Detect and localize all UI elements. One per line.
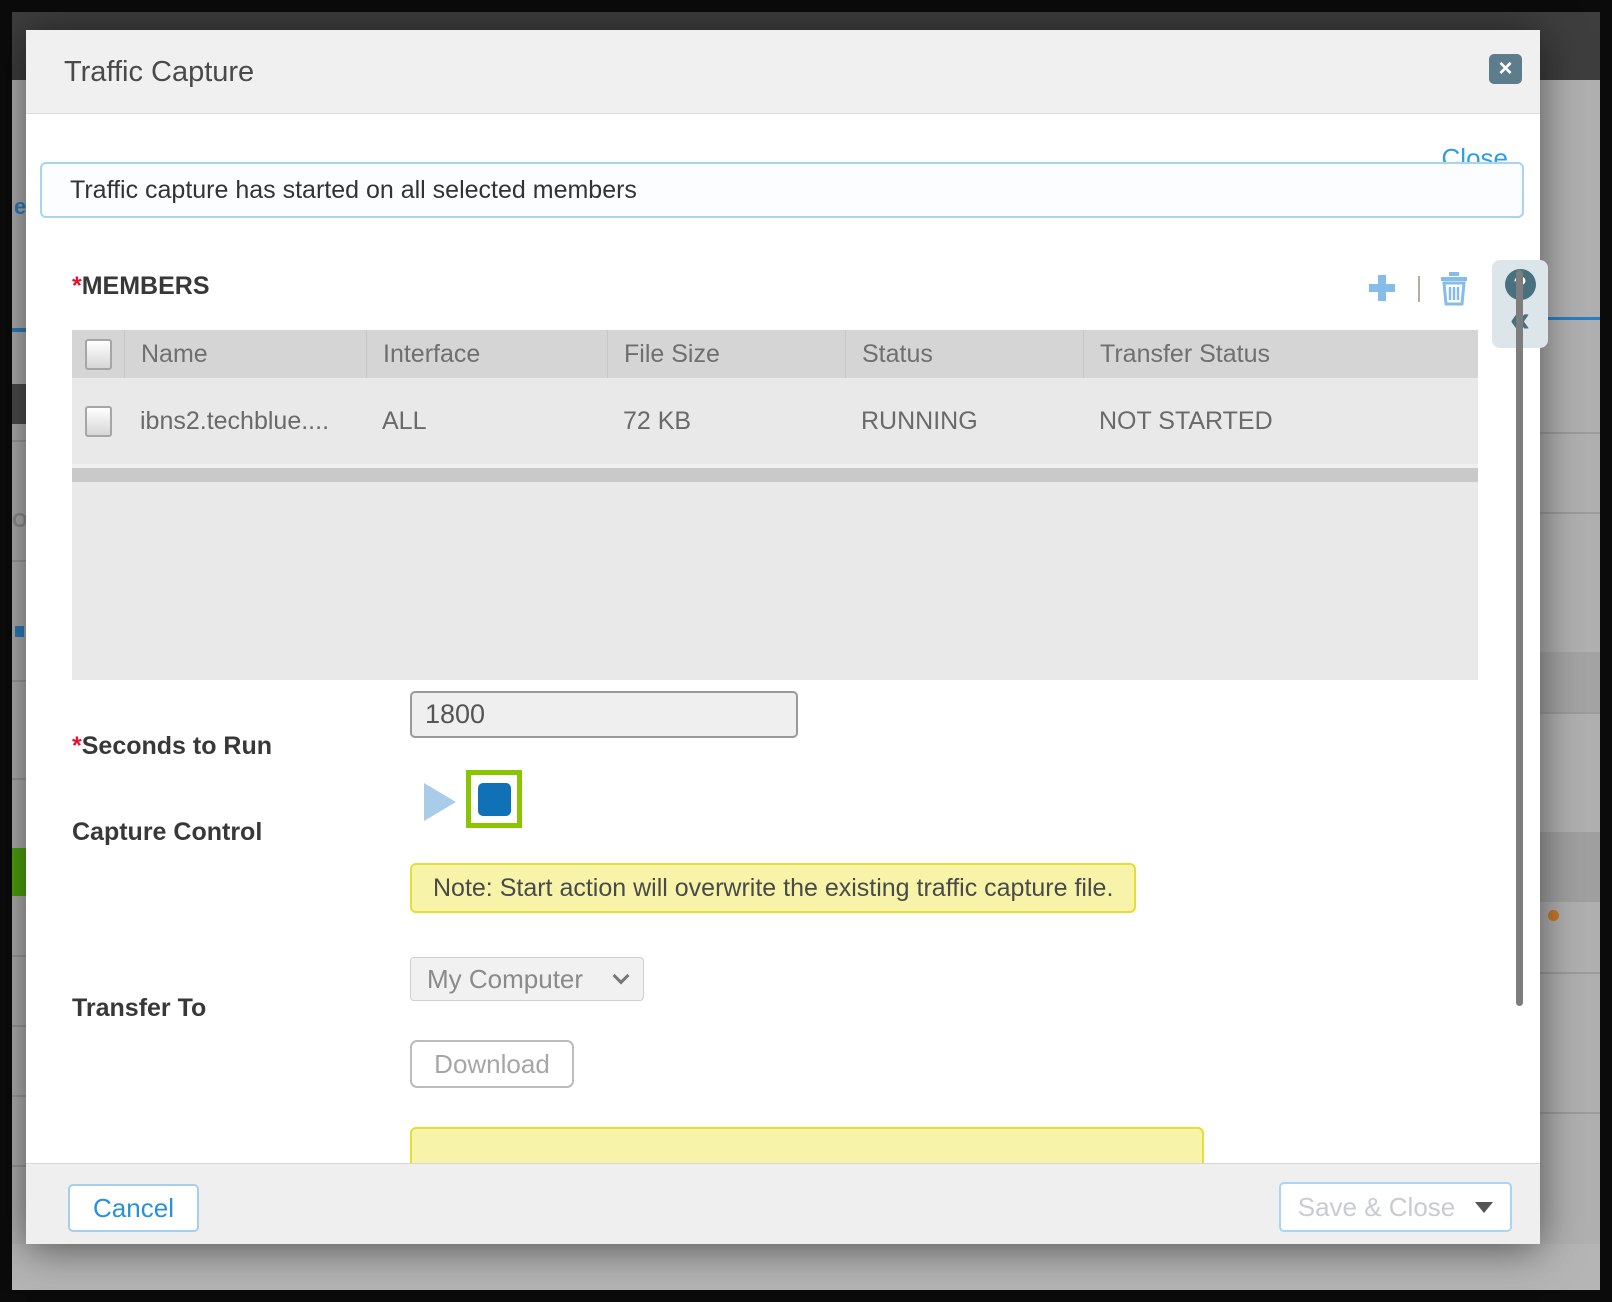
background-bottom-strip bbox=[12, 1244, 1600, 1290]
overwrite-note-text: Note: Start action will overwrite the ex… bbox=[433, 874, 1113, 903]
close-icon[interactable]: × bbox=[1489, 54, 1522, 84]
cell-interface: ALL bbox=[366, 407, 607, 436]
background-blue-marker bbox=[15, 626, 24, 637]
background-active-tab-line bbox=[1540, 317, 1600, 320]
row-checkbox-cell bbox=[72, 406, 124, 437]
dialog-title: Traffic Capture bbox=[64, 30, 254, 114]
status-message-bar: Traffic capture has started on all selec… bbox=[40, 162, 1524, 218]
members-section-label: *MEMBERS bbox=[72, 272, 210, 301]
transfer-to-value: My Computer bbox=[427, 964, 583, 995]
traffic-capture-dialog: Traffic Capture × Close Traffic capture … bbox=[26, 30, 1540, 1244]
start-capture-icon[interactable] bbox=[424, 783, 456, 821]
seconds-label-text: Seconds to Run bbox=[82, 732, 272, 760]
row-checkbox[interactable] bbox=[85, 406, 112, 437]
save-and-close-label: Save & Close bbox=[1298, 1192, 1456, 1223]
column-header-file-size[interactable]: File Size bbox=[607, 330, 845, 378]
download-button[interactable]: Download bbox=[410, 1040, 574, 1088]
column-header-name[interactable]: Name bbox=[124, 330, 366, 378]
background-row-divider bbox=[1540, 512, 1600, 514]
screenshot-root: e OS Traffic Capture × Close Tr bbox=[0, 0, 1612, 1302]
transfer-to-select[interactable]: My Computer bbox=[410, 957, 644, 1001]
background-row bbox=[1540, 832, 1600, 902]
background-row-divider bbox=[12, 560, 27, 562]
horizontal-scrollbar[interactable] bbox=[72, 468, 1478, 482]
dialog-footer: Cancel Save & Close bbox=[26, 1163, 1540, 1244]
background-row-divider bbox=[1540, 1112, 1600, 1114]
status-message-text: Traffic capture has started on all selec… bbox=[70, 176, 637, 205]
background-row-divider bbox=[12, 1095, 27, 1097]
toolbar-divider bbox=[1418, 276, 1420, 302]
table-row[interactable]: ibns2.techblue.... ALL 72 KB RUNNING NOT… bbox=[72, 378, 1478, 464]
members-table-header: Name Interface File Size Status Transfer… bbox=[72, 330, 1478, 378]
background-row bbox=[1540, 652, 1600, 712]
column-header-status[interactable]: Status bbox=[845, 330, 1083, 378]
select-all-checkbox[interactable] bbox=[85, 339, 112, 370]
add-member-icon[interactable] bbox=[1364, 270, 1400, 306]
highlight-box bbox=[466, 770, 522, 828]
required-asterisk: * bbox=[72, 272, 82, 300]
column-header-interface[interactable]: Interface bbox=[366, 330, 607, 378]
overwrite-note: Note: Start action will overwrite the ex… bbox=[410, 863, 1136, 913]
background-row-divider bbox=[12, 680, 27, 682]
background-dark-tab bbox=[12, 384, 27, 424]
background-active-tab-line bbox=[12, 328, 27, 332]
background-row-divider bbox=[12, 440, 27, 442]
members-table: Name Interface File Size Status Transfer… bbox=[72, 330, 1478, 680]
background-green-cell bbox=[12, 848, 27, 896]
vertical-scrollbar[interactable] bbox=[1516, 270, 1523, 1006]
cell-file-size: 72 KB bbox=[607, 407, 845, 436]
background-row-divider bbox=[1540, 432, 1600, 434]
seconds-to-run-label: *Seconds to Run bbox=[72, 732, 272, 761]
delete-member-icon[interactable] bbox=[1438, 270, 1470, 306]
background-text-fragment: OS bbox=[12, 510, 27, 534]
save-and-close-button[interactable]: Save & Close bbox=[1279, 1182, 1512, 1232]
column-header-transfer-status[interactable]: Transfer Status bbox=[1083, 330, 1478, 378]
clipped-note-box bbox=[410, 1127, 1204, 1167]
seconds-to-run-input[interactable] bbox=[410, 691, 798, 738]
background-row-divider bbox=[12, 778, 27, 780]
cell-status: RUNNING bbox=[845, 407, 1083, 436]
cell-transfer-status: NOT STARTED bbox=[1083, 407, 1478, 436]
background-orange-marker bbox=[1548, 910, 1559, 921]
stop-capture-icon[interactable] bbox=[478, 783, 511, 816]
capture-control-label: Capture Control bbox=[72, 818, 262, 847]
dropdown-caret-icon bbox=[1475, 1202, 1493, 1213]
background-row-divider bbox=[12, 955, 27, 957]
dialog-header: Traffic Capture × bbox=[26, 30, 1540, 114]
cancel-button[interactable]: Cancel bbox=[68, 1184, 199, 1232]
background-row-divider bbox=[1540, 712, 1600, 714]
background-row-divider bbox=[12, 1025, 27, 1027]
chevron-down-icon bbox=[613, 968, 630, 985]
header-checkbox-cell bbox=[72, 339, 124, 370]
background-row-divider bbox=[12, 1165, 27, 1167]
background-row-divider bbox=[1540, 972, 1600, 974]
transfer-to-label: Transfer To bbox=[72, 994, 206, 1023]
required-asterisk: * bbox=[72, 732, 82, 760]
members-label-text: MEMBERS bbox=[82, 272, 210, 300]
cell-member-name: ibns2.techblue.... bbox=[124, 407, 366, 436]
